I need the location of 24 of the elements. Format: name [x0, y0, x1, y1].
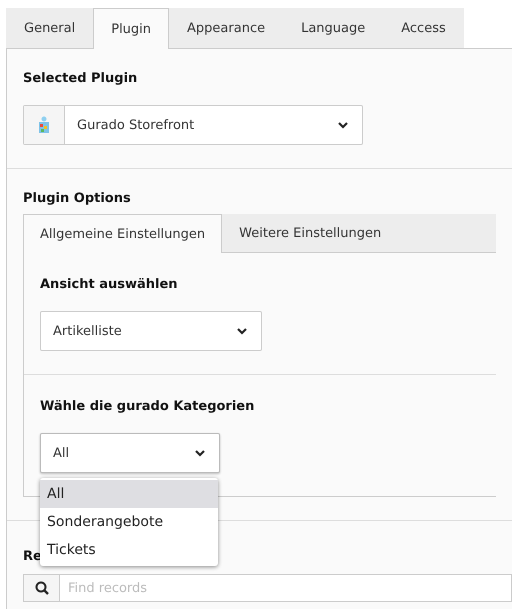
chevron-down-icon — [237, 328, 247, 334]
section-title: Selected Plugin — [23, 71, 138, 86]
field-label: Wähle die gurado Kategorien — [40, 399, 256, 414]
search-icon — [34, 581, 48, 595]
chevron-down-icon — [338, 122, 348, 128]
dropdown-option[interactable]: Tickets — [40, 536, 218, 564]
view-select[interactable]: Artikelliste — [40, 311, 262, 351]
tab[interactable]: Language — [283, 8, 384, 48]
field-label: Ansicht auswählen — [40, 277, 179, 292]
dropdown-option[interactable]: Sonderangebote — [40, 508, 218, 536]
section-title: Re — [23, 549, 42, 564]
section-title: Plugin Options — [23, 191, 132, 206]
tab[interactable]: Appearance — [169, 8, 284, 48]
search-field[interactable]: Find records — [60, 574, 512, 602]
dropdown-option[interactable]: All — [40, 480, 218, 508]
chevron-down-icon — [195, 450, 205, 456]
tab[interactable]: Access — [383, 8, 464, 48]
tab[interactable]: General — [6, 8, 94, 48]
search-button[interactable] — [23, 574, 60, 602]
gift-icon — [38, 116, 50, 134]
plugin-select[interactable]: Gurado Storefront — [23, 105, 363, 145]
tab[interactable]: Allgemeine Einstellungen — [23, 214, 222, 253]
tab[interactable]: Weitere Einstellungen — [222, 214, 496, 252]
tab[interactable]: Plugin — [93, 8, 170, 49]
